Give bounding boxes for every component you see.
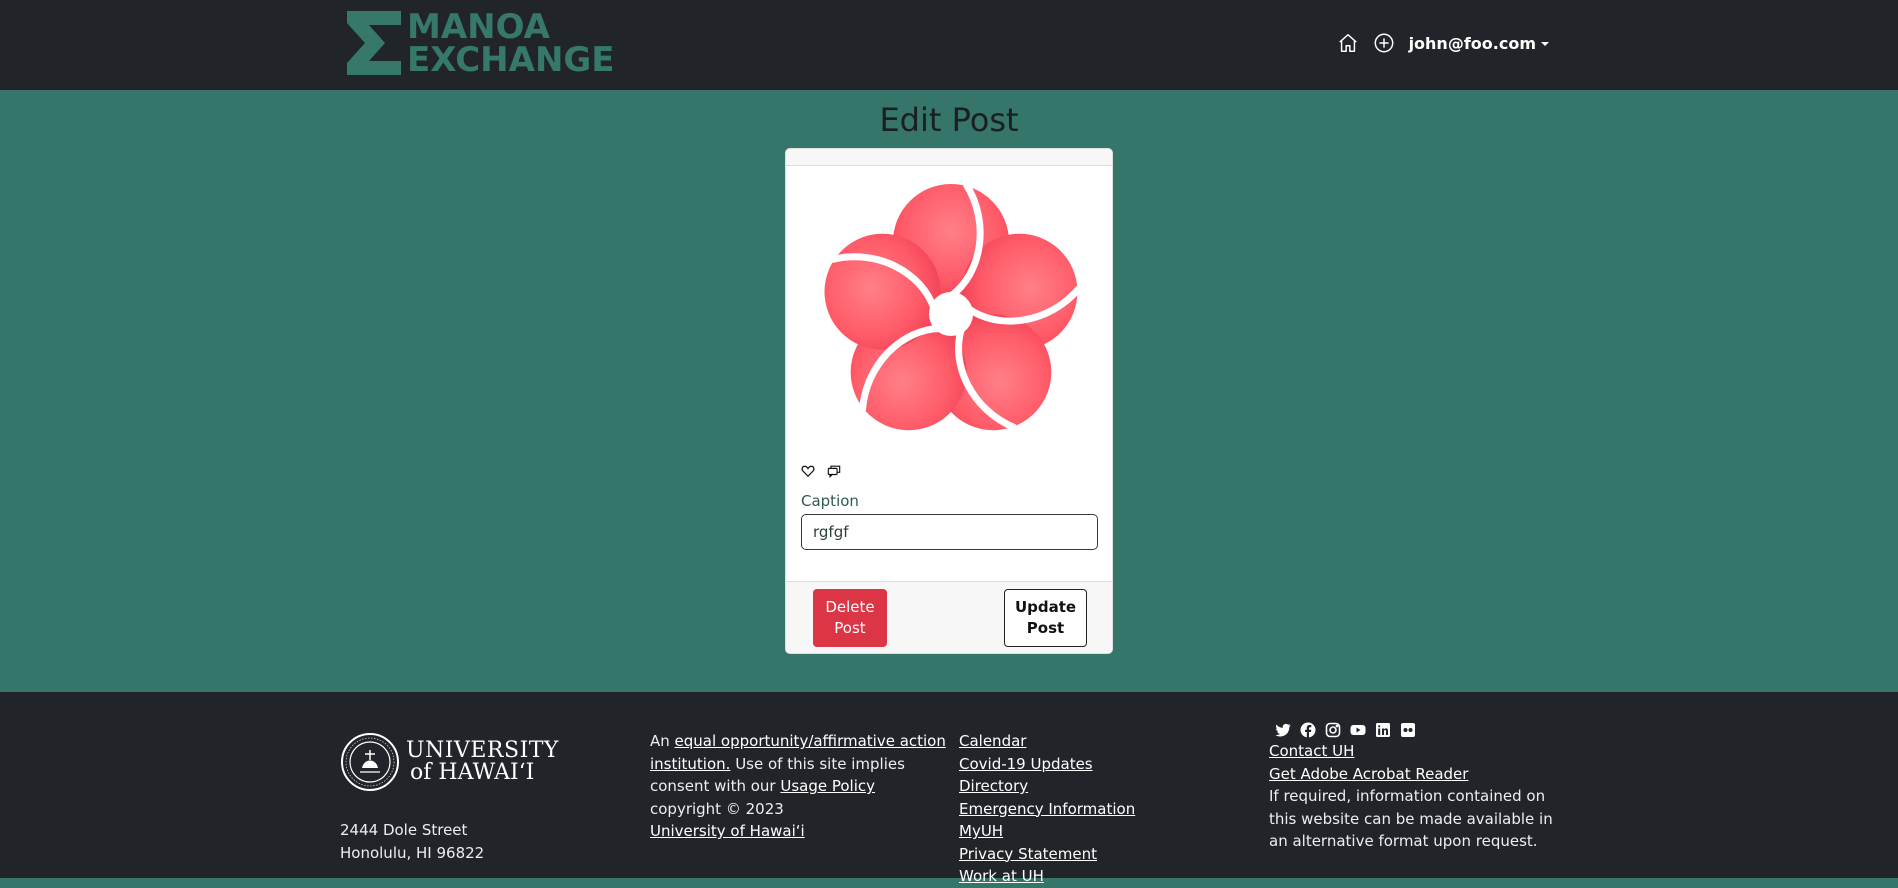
usage-policy-link[interactable]: Usage Policy [780,777,875,795]
card-header [786,149,1112,166]
post-image [824,182,1082,432]
site-logo[interactable]: MANOA EXCHANGE [347,7,617,80]
user-email: john@foo.com [1408,33,1536,53]
heart-icon[interactable] [801,464,815,478]
logo-sigma-icon [347,11,401,75]
delete-post-button[interactable]: Delete Post [813,589,887,647]
statement-prefix: An [650,732,675,750]
linkedin-icon[interactable] [1375,722,1391,738]
work-at-uh-link[interactable]: Work at UH [959,867,1044,885]
contact-uh-link[interactable]: Contact UH [1269,742,1354,760]
footer-links: Calendar Covid-19 Updates Directory Emer… [959,730,1135,888]
uh-logo[interactable]: UNIVERSITY of HAWAI‘I [340,732,559,792]
home-icon[interactable] [1337,32,1359,54]
nav-right: john@foo.com [1337,28,1549,58]
comments-icon[interactable] [827,464,841,478]
uh-wordmark-line1: UNIVERSITY [406,738,559,763]
user-dropdown[interactable]: john@foo.com [1409,34,1549,53]
legal-statement: An equal opportunity/affirmative action … [650,730,950,843]
copyright: copyright © 2023 [650,799,784,818]
logo-line2: EXCHANGE [407,40,615,80]
accessibility-statement: If required, information contained on th… [1269,787,1553,850]
instagram-icon[interactable] [1325,722,1341,738]
flickr-icon[interactable] [1400,722,1416,738]
navbar: MANOA EXCHANGE john@foo.com [0,0,1898,90]
chevron-down-icon [1541,41,1549,46]
facebook-icon[interactable] [1300,722,1316,738]
logo-text: MANOA EXCHANGE [407,7,615,80]
card-footer: Delete Post Update Post [786,581,1112,653]
uh-link[interactable]: University of Hawai‘i [650,822,805,840]
address-line1: 2444 Dole Street [340,821,468,839]
directory-link[interactable]: Directory [959,777,1028,795]
uh-seal-icon [341,733,399,791]
post-actions [801,464,841,478]
caption-input[interactable] [801,514,1098,550]
social-links [1275,722,1569,738]
update-post-button[interactable]: Update Post [1004,589,1087,647]
uh-wordmark: UNIVERSITY of HAWAI‘I [406,740,559,784]
youtube-icon[interactable] [1350,722,1366,738]
myuh-link[interactable]: MyUH [959,822,1003,840]
plus-circle-icon[interactable] [1373,32,1395,54]
uh-wordmark-line2: of HAWAI‘I [410,760,535,785]
post-card: Caption Delete Post Update Post [785,148,1113,654]
calendar-link[interactable]: Calendar [959,732,1026,750]
footer-contact: Contact UH Get Adobe Acrobat Reader If r… [1269,722,1569,853]
caption-label: Caption [801,492,859,510]
emergency-information-link[interactable]: Emergency Information [959,800,1135,818]
logo-line1: MANOA [407,7,550,47]
page-title: Edit Post [879,101,1019,139]
twitter-icon[interactable] [1275,722,1291,738]
footer: UNIVERSITY of HAWAI‘I 2444 Dole Street H… [0,692,1898,885]
covid-updates-link[interactable]: Covid-19 Updates [959,755,1093,773]
adobe-acrobat-link[interactable]: Get Adobe Acrobat Reader [1269,765,1468,783]
address: 2444 Dole Street Honolulu, HI 96822 [340,819,484,865]
address-line2: Honolulu, HI 96822 [340,844,485,862]
privacy-statement-link[interactable]: Privacy Statement [959,845,1097,863]
